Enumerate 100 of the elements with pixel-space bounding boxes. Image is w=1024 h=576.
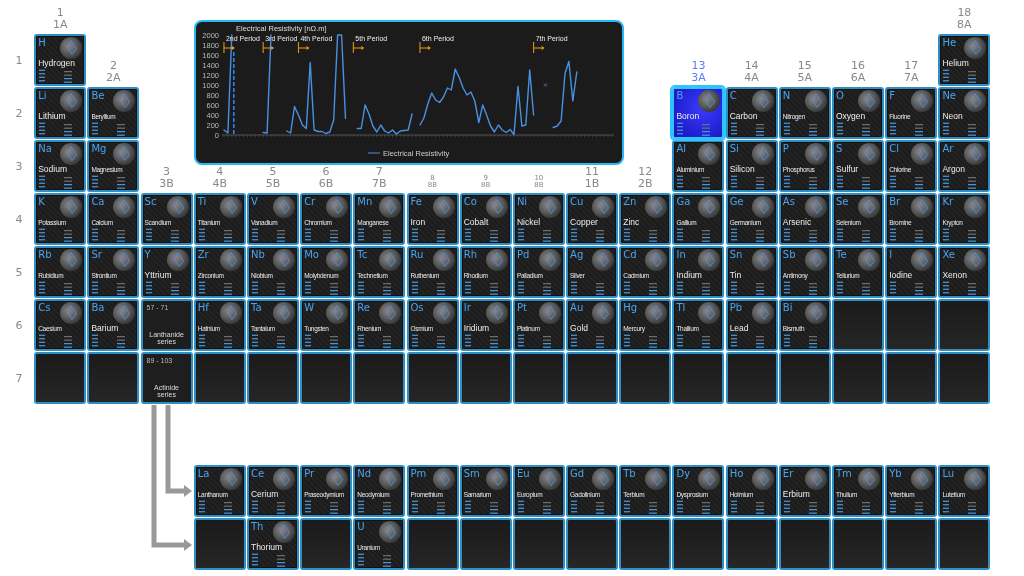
element-symbol: O (836, 90, 844, 102)
element-tile[interactable]: Zn Zinc (619, 193, 672, 245)
element-symbol: Sm (463, 468, 480, 480)
element-tile[interactable]: Pb Lead (725, 299, 778, 351)
element-symbol: Zn (623, 196, 637, 208)
element-tile[interactable]: He Helium (938, 34, 991, 86)
radar-chart-icon (751, 196, 774, 218)
radar-chart-icon (804, 90, 827, 112)
radar-chart-icon (858, 249, 880, 271)
radar-chart-icon (538, 196, 561, 218)
element-symbol: H (38, 37, 46, 49)
element-tile[interactable]: Ce Cerium (246, 465, 299, 517)
element-symbol: Tl (676, 302, 686, 314)
element-symbol: V (250, 196, 258, 208)
element-name: Hydrogen (38, 59, 77, 68)
element-tile[interactable]: Ne Neon (938, 87, 991, 139)
element-symbol: Re (357, 302, 370, 314)
element-symbol: Eu (516, 468, 530, 480)
element-tile[interactable]: Ba Barium (87, 299, 140, 351)
element-tile[interactable]: In Indium (672, 246, 725, 298)
element-symbol: Ru (410, 249, 424, 261)
radar-chart-icon (751, 249, 774, 271)
radar-chart-icon (432, 468, 455, 490)
radar-chart-icon (379, 468, 402, 490)
group-name: 2A (106, 71, 121, 84)
radar-chart-icon (538, 468, 561, 490)
radar-chart-icon (60, 302, 83, 324)
element-symbol: Ti (197, 196, 207, 208)
element-symbol: Co (463, 196, 477, 208)
element-tile[interactable]: I Iodine (885, 246, 938, 298)
group-number: 6 (322, 165, 330, 178)
element-symbol: Rb (38, 249, 52, 261)
element-tile[interactable]: Fe Iron (406, 193, 459, 245)
element-tile[interactable]: As Arsenic (778, 193, 831, 245)
radar-chart-icon (645, 196, 668, 218)
radar-chart-icon (60, 249, 83, 271)
group-number: 11 (585, 165, 600, 178)
element-symbol: Hf (197, 302, 209, 314)
element-symbol: U (357, 521, 365, 533)
element-tile[interactable]: B Boron (672, 87, 725, 139)
element-symbol: Sc (144, 196, 157, 208)
group-name: 1A (52, 18, 68, 31)
resistivity-line (552, 60, 578, 129)
element-symbol: Sn (729, 249, 743, 261)
radar-chart-icon (60, 143, 83, 165)
element-tile[interactable]: Ni Nickel (512, 193, 565, 245)
element-symbol: S (836, 143, 843, 155)
element-tile[interactable]: Co Cobalt (459, 193, 512, 245)
element-symbol: I (889, 249, 893, 261)
period-label: 2 (15, 106, 23, 120)
radar-chart-icon (379, 302, 402, 324)
element-symbol: K (38, 196, 45, 208)
element-symbol: Cu (570, 196, 584, 208)
radar-chart-icon (219, 302, 242, 324)
element-tile[interactable]: Cu Copper (566, 193, 619, 245)
element-tile[interactable]: O Oxygen (832, 87, 884, 139)
element-symbol: Be (91, 90, 105, 102)
radar-chart-icon (858, 143, 880, 165)
radar-chart-icon (645, 468, 668, 490)
radar-chart-icon (592, 468, 615, 490)
element-tile[interactable]: H Hydrogen (34, 34, 87, 86)
group-number: 1 (56, 6, 64, 19)
group-number: 4 (216, 165, 224, 178)
element-symbol: Cs (38, 302, 51, 314)
group-name: 4B (212, 177, 227, 190)
radar-chart-icon (751, 468, 774, 490)
radar-chart-icon (219, 468, 242, 490)
element-name: Tin (729, 271, 743, 280)
element-tile[interactable]: C Carbon (725, 87, 778, 139)
radar-chart-icon (698, 468, 721, 490)
radar-chart-icon (272, 249, 295, 271)
group-number: 3 (163, 165, 171, 178)
period-label: 4 (15, 212, 23, 226)
group-name: 1B (584, 177, 600, 190)
radar-chart-icon (911, 196, 934, 218)
data-point (543, 83, 547, 87)
period-marker-icon (297, 41, 310, 54)
element-tile[interactable]: Na Sodium (34, 140, 87, 192)
element-name: Oxygen (836, 112, 867, 121)
element-symbol: As (782, 196, 795, 208)
element-tile[interactable]: Ar Argon (938, 140, 991, 192)
group-name: 7B (372, 177, 387, 190)
element-tile[interactable]: Sn Tin (725, 246, 778, 298)
element-tile[interactable]: Si Silicon (725, 140, 778, 192)
radar-chart-icon (60, 90, 83, 112)
radar-chart-icon (911, 249, 934, 271)
element-symbol: Mo (304, 249, 319, 261)
group-name: 6A (850, 71, 866, 84)
element-symbol: Pb (729, 302, 742, 314)
radar-chart-icon (379, 249, 402, 271)
element-tile[interactable]: Au Gold (566, 299, 619, 351)
element-tile[interactable]: Xe Xenon (938, 246, 991, 298)
element-tile[interactable]: Li Lithium (34, 87, 87, 139)
element-tile[interactable]: Th Thorium (246, 518, 299, 570)
element-symbol: Ga (676, 196, 691, 208)
element-tile[interactable]: Ir Iridium (459, 299, 512, 351)
element-tile[interactable]: S Sulfur (832, 140, 884, 192)
element-tile[interactable]: Er Erbium (778, 465, 831, 517)
element-tile[interactable]: Y Yttrium (140, 246, 193, 298)
radar-chart-icon (432, 302, 455, 324)
